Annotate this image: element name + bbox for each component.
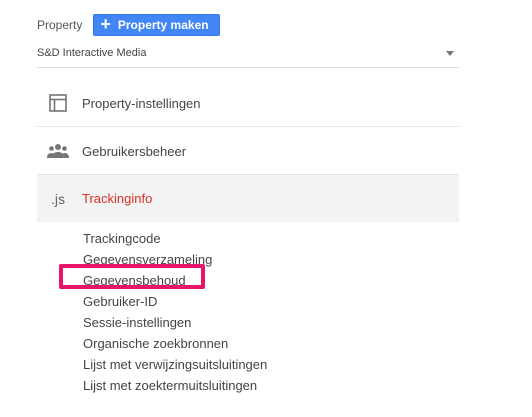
nav-item-property-settings[interactable]: Property-instellingen xyxy=(37,80,459,127)
submenu-item-search-term-exclusion-list[interactable]: Lijst met zoektermuitsluitingen xyxy=(83,375,267,396)
nav-item-label: Property-instellingen xyxy=(82,95,201,111)
submenu-item-trackingcode[interactable]: Trackingcode xyxy=(83,228,267,249)
js-icon: .js xyxy=(51,190,65,207)
nav-item-label: Trackinginfo xyxy=(82,191,153,206)
users-icon xyxy=(46,139,70,163)
property-select-value: S&D Interactive Media xyxy=(37,46,147,59)
plus-icon: + xyxy=(100,14,111,34)
chevron-down-icon xyxy=(446,51,454,56)
property-select[interactable]: S&D Interactive Media xyxy=(37,44,459,68)
property-header: Property + Property maken xyxy=(37,14,220,36)
create-property-button[interactable]: + Property maken xyxy=(93,14,220,36)
highlight-box xyxy=(59,264,205,289)
property-label: Property xyxy=(37,18,83,32)
nav-item-user-management[interactable]: Gebruikersbeheer xyxy=(37,128,459,175)
property-settings-icon xyxy=(46,91,70,115)
create-property-button-label: Property maken xyxy=(117,18,209,32)
tracking-submenu: Trackingcode Gegevensverzameling Gegeven… xyxy=(83,228,267,396)
submenu-item-user-id[interactable]: Gebruiker-ID xyxy=(83,291,267,312)
submenu-item-organic-search-sources[interactable]: Organische zoekbronnen xyxy=(83,333,267,354)
nav-item-label: Gebruikersbeheer xyxy=(82,143,187,159)
submenu-item-referral-exclusion-list[interactable]: Lijst met verwijzingsuitsluitingen xyxy=(83,354,267,375)
nav-item-tracking-info[interactable]: .js Trackinginfo xyxy=(37,175,459,222)
submenu-item-session-settings[interactable]: Sessie-instellingen xyxy=(83,312,267,333)
admin-property-panel: Property + Property maken S&D Interactiv… xyxy=(0,0,532,417)
